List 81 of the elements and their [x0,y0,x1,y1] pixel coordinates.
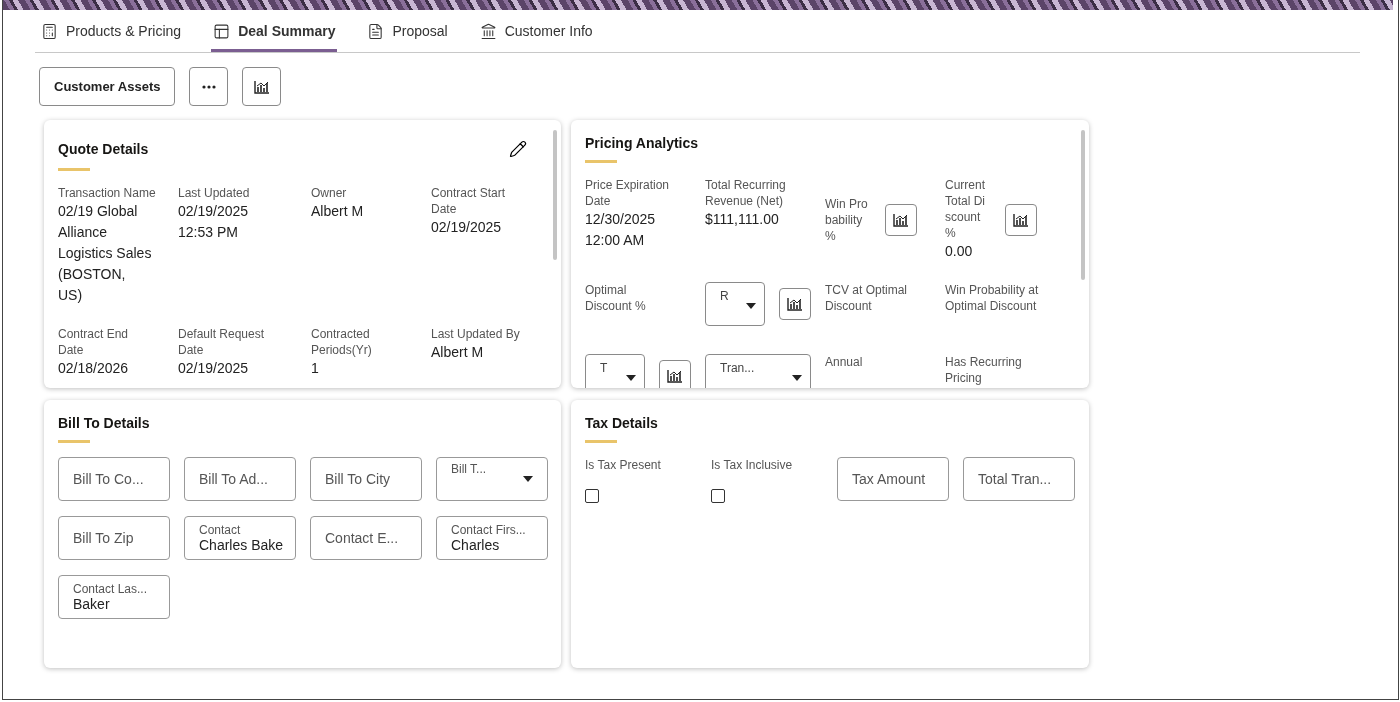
bar-chart-icon [253,79,270,94]
document-icon [367,22,385,40]
field-value: Albert M [431,343,485,362]
more-icon [201,84,216,89]
field-label: Is Tax Inclusive [711,457,794,473]
checkbox[interactable] [585,489,599,503]
card-title: Quote Details [58,140,149,158]
select-field[interactable]: Bill T... [436,457,548,501]
input-field[interactable]: Total Tran... [963,457,1075,501]
field-label: Contracted Periods(Yr) [311,326,373,358]
card-title: Pricing Analytics [585,134,700,152]
layout-icon [213,22,231,40]
pencil-icon [509,140,527,158]
title-accent [585,440,617,443]
field-label: TCV at Optimal Discount [825,282,909,314]
title-accent [58,440,90,443]
input-field[interactable]: Bill To Co... [58,457,170,501]
tab[interactable]: Deal Summary [211,10,338,52]
calculator-icon [41,22,58,40]
select-field[interactable]: R [705,282,765,326]
field-value: 02/19/2025 [178,359,250,378]
input-field[interactable]: Bill To City [310,457,422,501]
more-button[interactable] [189,67,229,106]
bar-chart-icon [667,369,683,383]
input-field[interactable]: Bill To Ad... [184,457,296,501]
field-label: Default Request Date [178,326,266,358]
input-field[interactable]: Contact Charles Bake [184,516,296,560]
field-label: Win Probability % [825,195,869,244]
bar-chart-icon [893,212,909,227]
title-accent [585,160,617,163]
input-field[interactable]: Contact E... [310,516,422,560]
tab[interactable]: Customer Info [477,10,595,52]
field-label: Transaction Name [58,185,156,201]
field-label: Contract End Date [58,326,130,358]
caret-icon [792,375,802,381]
input-field[interactable]: Contact Firs... Charles [436,516,548,560]
checkbox[interactable] [711,489,725,503]
field-value: 02/19 Global Alliance Logistics Sales (BOSTON, US) [58,202,153,305]
field-label: Total Recurring Revenue (Net) [705,177,787,209]
field-value: 02/19/2025 12:53 PM [178,202,250,242]
field-label: Contract Start Date [431,185,507,217]
field-value: 02/19/2025 [431,218,503,237]
field-value: 0.00 [945,242,974,261]
select-field[interactable]: Tran... [705,354,811,388]
bar-chart-icon [1013,212,1029,227]
chart-button[interactable] [1005,203,1037,236]
field-label: Annual [825,354,864,370]
field-value: 12/30/2025 12:00 AM [585,210,657,250]
caret-icon [746,303,756,309]
field-value: 1 [311,359,320,378]
chart-button[interactable] [885,203,917,236]
select-field[interactable]: T [585,354,645,388]
bar-chart-icon [787,297,803,311]
field-label: Last Updated [178,185,251,201]
customer-assets-button[interactable]: Customer Assets [39,67,176,106]
tab[interactable]: Products & Pricing [39,10,184,52]
field-label: Optimal Discount % [585,282,647,314]
caret-icon [626,375,636,381]
input-field[interactable]: Tax Amount [837,457,949,501]
field-value: Albert M [311,202,365,221]
field-label: Owner [311,185,348,201]
building-icon [479,22,497,40]
chart-button[interactable] [242,67,282,106]
card-title: Tax Details [585,414,659,432]
field-label: Win Probability at Optimal Discount [945,282,1040,314]
field-label: Has Recurring Pricing [945,354,1023,386]
title-accent [58,168,90,171]
card-title: Bill To Details [58,414,151,432]
input-field[interactable]: Bill To Zip [58,516,170,560]
field-label: Is Tax Present [585,457,662,473]
field-value: $111,111.00 [705,210,780,229]
field-label: Price Expiration Date [585,177,671,209]
chart-button[interactable] [779,288,811,320]
field-label: Last Updated By [431,326,521,342]
field-value: 02/18/2026 [58,359,130,378]
edit-button[interactable] [509,140,527,158]
tab[interactable]: Proposal [365,10,450,52]
chart-button[interactable] [659,360,691,388]
caret-icon [523,476,533,482]
input-field[interactable]: Contact Las... Baker [58,575,170,619]
field-label: Current Total Discount % [945,177,986,241]
